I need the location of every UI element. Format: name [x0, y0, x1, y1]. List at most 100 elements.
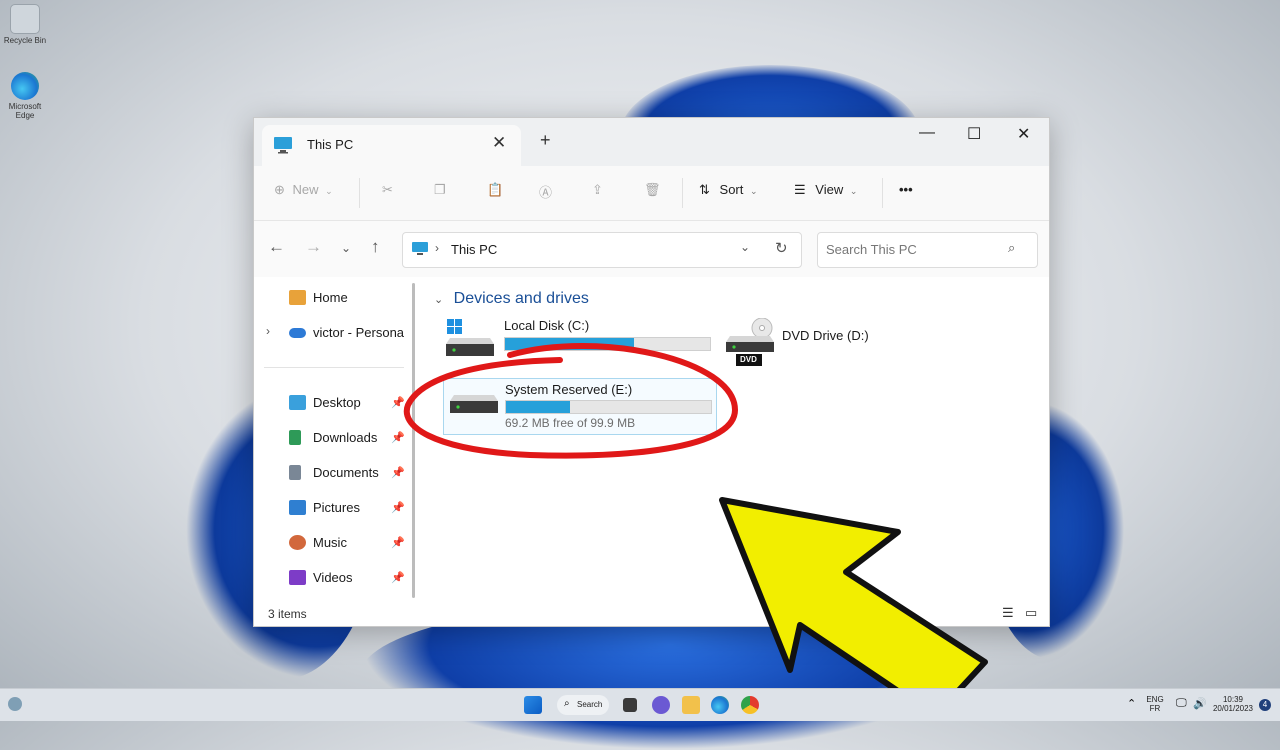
pin-icon: 📌: [391, 572, 405, 584]
new-tab-icon[interactable]: +: [540, 130, 551, 151]
back-arrow-icon[interactable]: ←: [268, 237, 285, 257]
more-options-button[interactable]: •••: [899, 182, 913, 197]
copy-icon[interactable]: ❐: [434, 182, 446, 198]
search-box[interactable]: Search This PC ⌕: [817, 232, 1038, 268]
chevron-down-icon: ⌄: [750, 186, 758, 196]
cut-icon[interactable]: ✂: [382, 182, 393, 198]
task-view-icon[interactable]: [623, 698, 637, 712]
close-button[interactable]: ✕: [1017, 124, 1030, 144]
desktop-icon-edge[interactable]: Microsoft Edge: [0, 72, 50, 120]
toolbar-separator: [359, 178, 360, 208]
sidebar-item-label: Home: [313, 290, 348, 305]
downloads-icon: [289, 430, 301, 445]
tab-this-pc[interactable]: This PC ✕: [262, 125, 521, 166]
tray-overflow-icon[interactable]: ⌃: [1127, 697, 1136, 710]
edge-taskbar-icon[interactable]: [711, 696, 729, 714]
music-icon: [289, 535, 306, 550]
windows-drive-icon: [446, 318, 494, 358]
minimize-button[interactable]: —: [919, 124, 935, 142]
status-item-count: 3 items: [268, 607, 307, 621]
paste-icon[interactable]: 📋: [487, 182, 503, 198]
chrome-taskbar-icon[interactable]: [741, 696, 759, 714]
rename-icon[interactable]: Ⓐ: [539, 182, 552, 201]
tiles-view-icon[interactable]: ▭: [1025, 605, 1037, 621]
chat-icon[interactable]: [652, 696, 670, 714]
this-pc-icon: [411, 241, 429, 262]
collapse-chevron-icon: ⌄: [434, 294, 444, 306]
file-explorer-taskbar-icon[interactable]: [682, 696, 700, 714]
share-icon[interactable]: ⇪: [592, 182, 603, 198]
dvd-drive-icon: [726, 317, 774, 366]
navigation-row: ← → ⌄ ↑ › This PC ⌄ ↻ Search This PC ⌕: [254, 221, 1049, 277]
expand-chevron-icon[interactable]: ›: [266, 324, 270, 338]
new-button[interactable]: ⊕ New ⌄: [274, 182, 333, 198]
file-explorer-window: This PC ✕ + — ☐ ✕ ⊕ New ⌄ ✂ ❐ 📋 Ⓐ ⇪ 🗑 ⇅ …: [253, 117, 1050, 627]
volume-icon[interactable]: 🔊: [1193, 697, 1207, 710]
sidebar-item-label: Downloads: [313, 430, 378, 445]
start-button[interactable]: [524, 696, 542, 714]
taskbar-search[interactable]: ⌕ Search: [557, 695, 609, 715]
sidebar-item-label: Documents: [313, 465, 379, 480]
sort-button[interactable]: ⇅ Sort ⌄: [699, 182, 758, 198]
up-arrow-icon[interactable]: ↑: [371, 237, 380, 257]
taskbar: ⌕ Search ⌃ ENG FR 🖵 🔊 10:39 20/01/2023 4: [0, 688, 1280, 721]
toolbar-separator: [882, 178, 883, 208]
clock-date: 20/01/2023: [1212, 704, 1254, 713]
sidebar-scrollbar[interactable]: [412, 283, 415, 598]
tab-close-icon[interactable]: ✕: [492, 133, 506, 153]
group-header[interactable]: ⌄ Devices and drives: [434, 290, 589, 308]
view-button-label: View: [815, 182, 844, 197]
drive-free-space: 69.2 MB free of 99.9 MB: [505, 416, 636, 430]
usage-bar: [505, 400, 712, 414]
address-dropdown-icon[interactable]: ⌄: [740, 240, 750, 254]
pin-icon: 📌: [391, 432, 405, 444]
pin-icon: 📌: [391, 502, 405, 514]
sort-button-label: Sort: [719, 182, 744, 197]
drive-system-reserved-e[interactable]: System Reserved (E:) 69.2 MB free of 99.…: [443, 378, 717, 435]
content-area: ⌄ Devices and drives Local Disk (C:) Sys…: [424, 278, 1044, 603]
recent-locations-chevron-icon[interactable]: ⌄: [341, 241, 351, 255]
forward-arrow-icon[interactable]: →: [305, 237, 322, 257]
recycle-bin-icon: [10, 4, 40, 34]
tab-label: This PC: [307, 137, 354, 152]
search-icon: ⌕: [564, 698, 570, 709]
language-indicator[interactable]: ENG FR: [1145, 695, 1165, 713]
sidebar-divider: [264, 367, 404, 368]
taskbar-search-label: Search: [577, 700, 603, 709]
search-icon: ⌕: [1008, 240, 1016, 255]
usage-bar: [504, 337, 711, 351]
add-icon: ⊕: [274, 182, 285, 197]
edge-icon: [11, 72, 39, 100]
pictures-icon: [289, 500, 306, 515]
chevron-down-icon: ⌄: [325, 186, 333, 196]
sidebar-item-onedrive[interactable]: victor - Persona: [289, 324, 414, 344]
delete-icon[interactable]: 🗑: [644, 182, 661, 198]
network-icon[interactable]: 🖵: [1176, 697, 1187, 710]
pin-icon: 📌: [391, 467, 405, 479]
command-bar: ⊕ New ⌄ ✂ ❐ 📋 Ⓐ ⇪ 🗑 ⇅ Sort ⌄ ☰ View ⌄ ••…: [254, 166, 1049, 221]
notification-badge[interactable]: 4: [1259, 699, 1271, 711]
pin-icon: 📌: [391, 537, 405, 549]
onedrive-icon: [289, 328, 306, 338]
navigation-pane: Home › victor - Persona Desktop 📌 Downlo…: [254, 278, 414, 603]
drive-icon: [450, 389, 498, 429]
address-bar[interactable]: › This PC ⌄ ↻: [402, 232, 802, 268]
videos-icon: [289, 570, 306, 585]
sidebar-item-label: Pictures: [313, 500, 360, 515]
drive-local-disk-c[interactable]: Local Disk (C:): [446, 318, 716, 368]
search-input[interactable]: Search This PC: [826, 242, 917, 257]
refresh-icon[interactable]: ↻: [775, 239, 788, 257]
view-button[interactable]: ☰ View ⌄: [794, 182, 857, 198]
details-view-icon[interactable]: ☰: [1002, 605, 1014, 621]
drive-dvd-d[interactable]: DVD DVD Drive (D:): [726, 317, 886, 368]
language-top: ENG: [1146, 695, 1164, 704]
breadcrumb[interactable]: This PC: [451, 242, 497, 257]
desktop-icon-recycle-bin[interactable]: Recycle Bin: [0, 4, 50, 45]
home-icon: [289, 290, 306, 305]
widgets-icon[interactable]: [8, 697, 22, 711]
maximize-button[interactable]: ☐: [967, 124, 981, 144]
sidebar-item-label: Desktop: [313, 395, 361, 410]
pin-icon: 📌: [391, 397, 405, 409]
usage-bar-fill: [505, 338, 635, 350]
clock[interactable]: 10:39 20/01/2023: [1210, 695, 1256, 713]
